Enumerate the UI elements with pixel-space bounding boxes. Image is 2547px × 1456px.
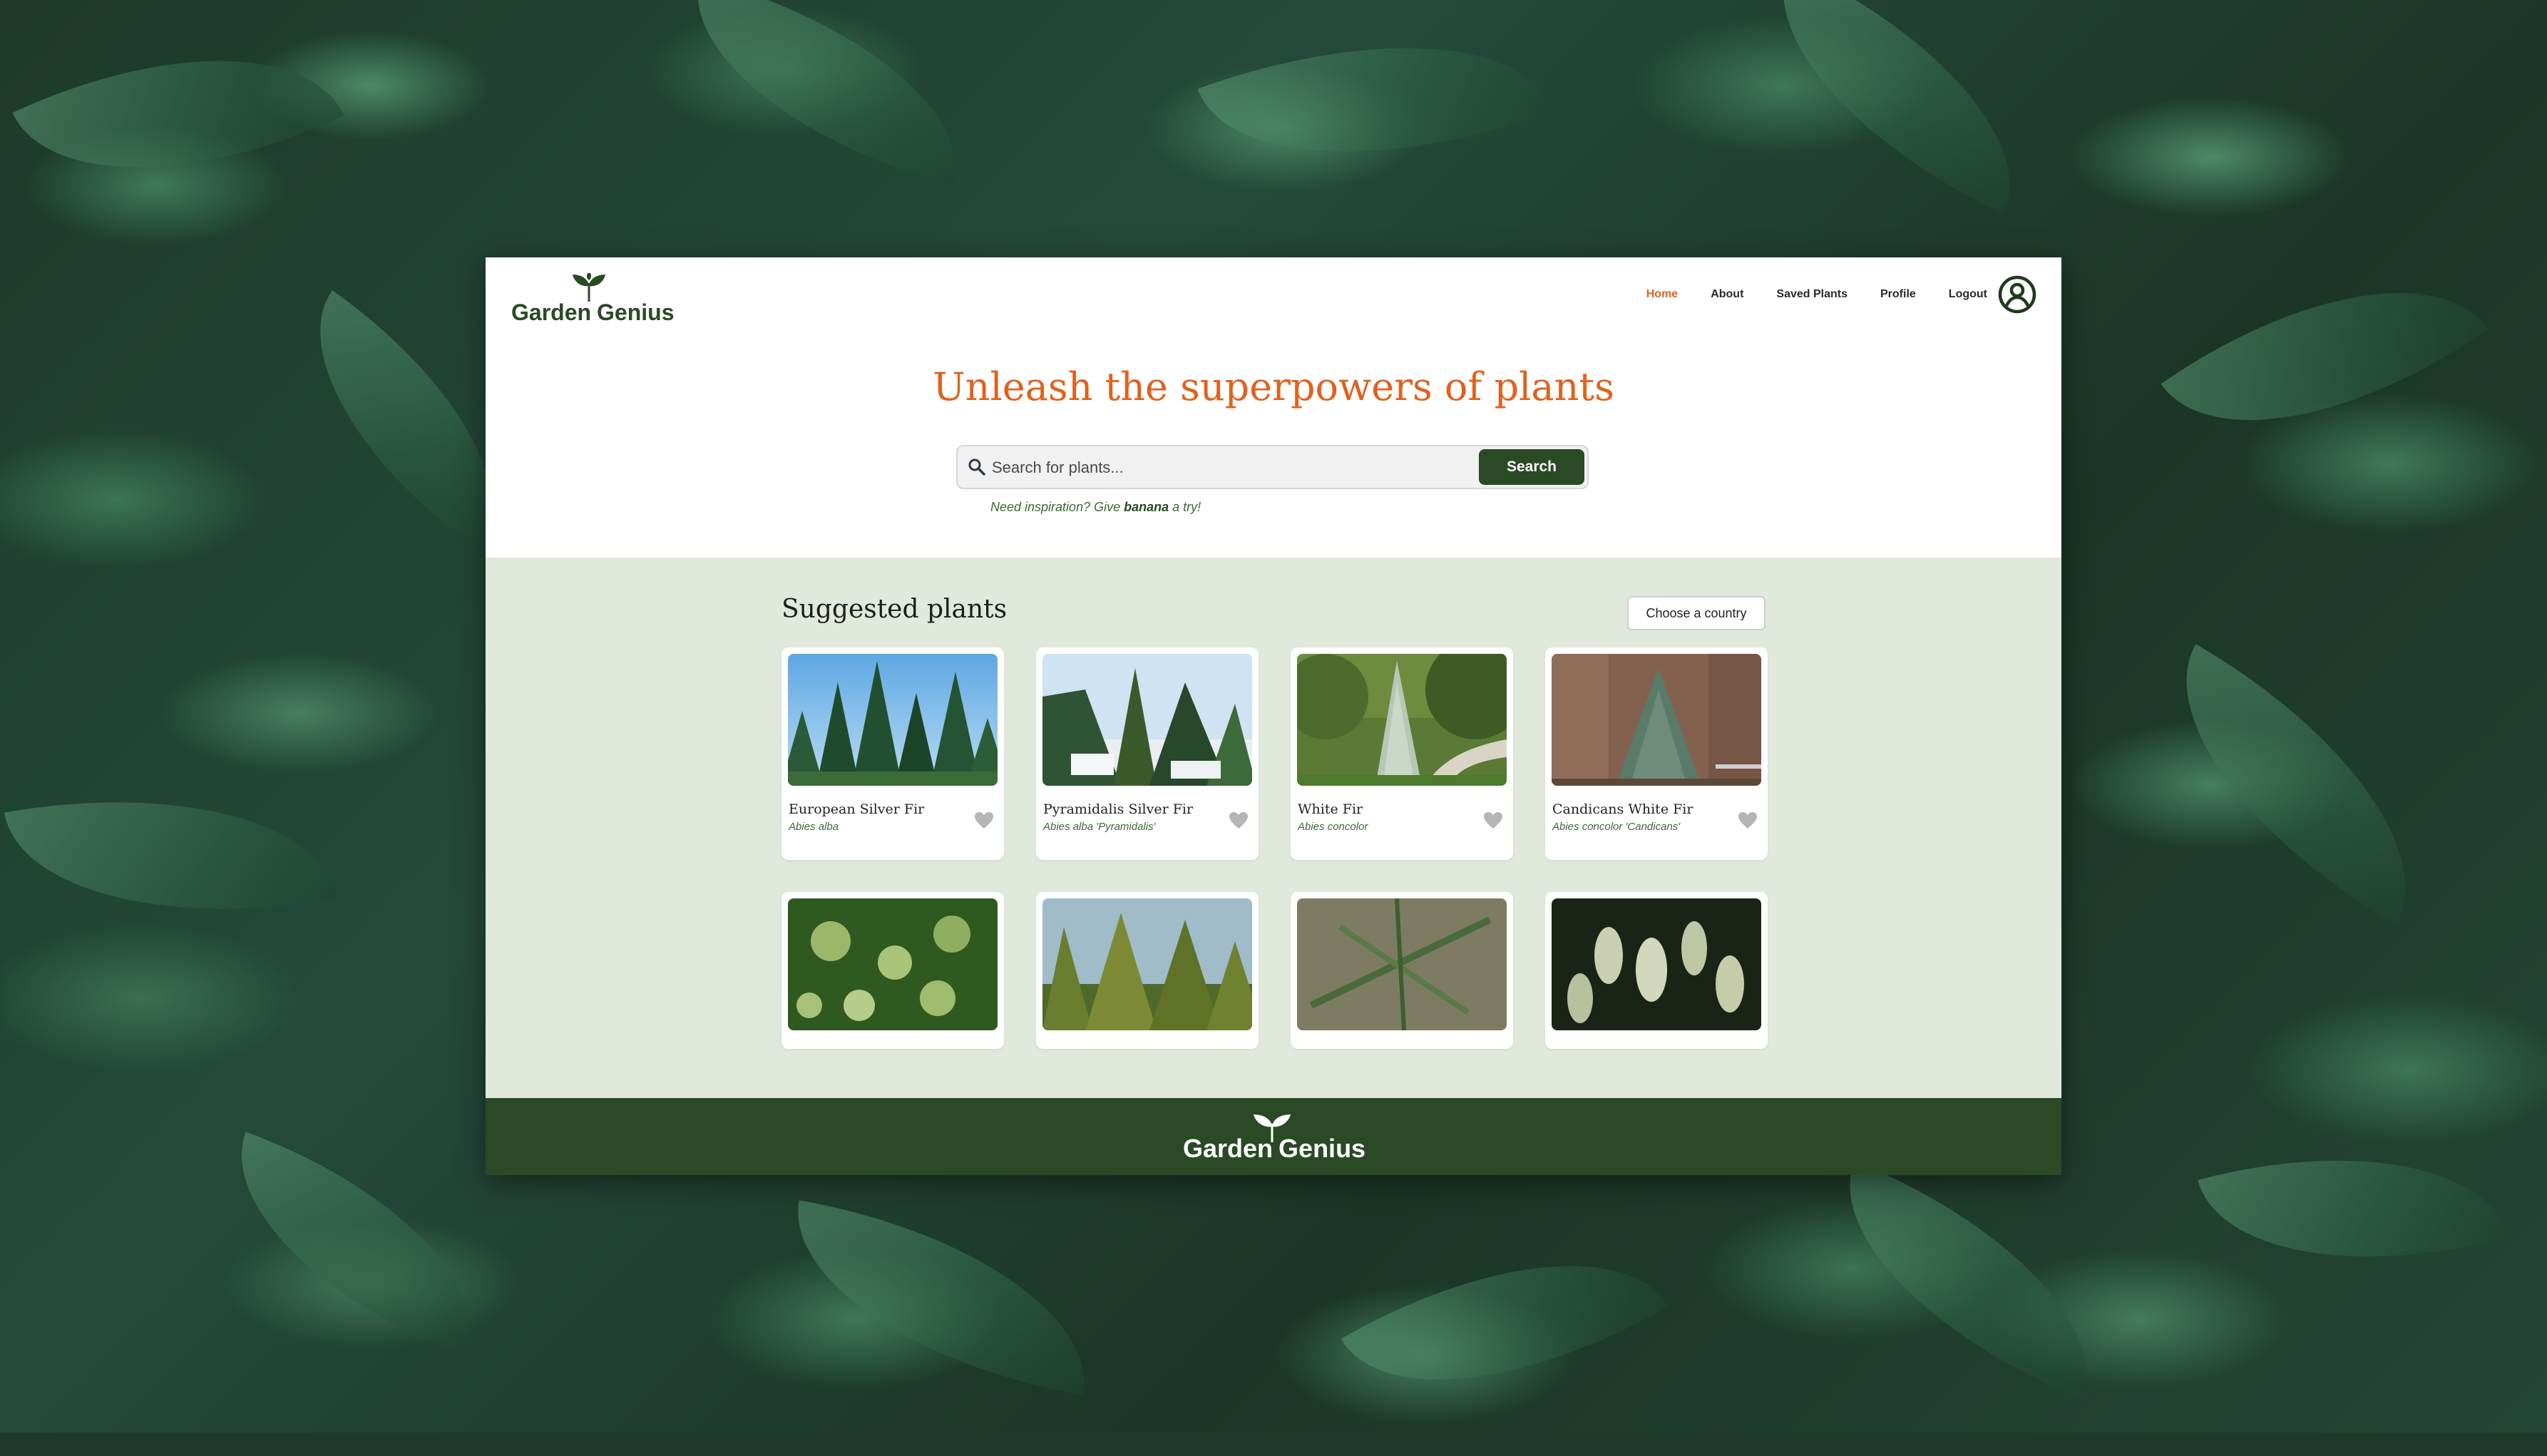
hint-suffix: a try! [1169,500,1201,514]
nav-saved-plants[interactable]: Saved Plants [1776,288,1848,301]
plant-name: Pyramidalis Silver Fir [1043,801,1194,817]
section-title: Suggested plants [781,595,1008,624]
plant-card[interactable]: Candicans White Fir Abies concolor 'Cand… [1545,647,1768,860]
main-nav: Home About Saved Plants Profile Logout [1646,275,2037,314]
plant-photo [1297,898,1507,1030]
plant-name: White Fir [1298,801,1363,817]
search-input[interactable] [990,453,1478,482]
plant-card[interactable] [1036,892,1259,1049]
plant-photo [1297,654,1507,786]
plant-name: European Silver Fir [789,801,925,817]
plant-photo [788,654,998,786]
hint-keyword-link[interactable]: banana [1124,500,1169,514]
heart-icon[interactable] [1483,811,1503,830]
choose-country-button[interactable]: Choose a country [1627,596,1766,630]
footer: Garden Genius [486,1098,2061,1175]
search-button[interactable]: Search [1479,449,1584,485]
nav-profile[interactable]: Profile [1880,288,1916,301]
footer-brand-logo[interactable]: Garden Genius [1183,1111,1365,1168]
plant-card[interactable]: European Silver Fir Abies alba [781,647,1004,860]
plant-photo [1042,898,1252,1030]
nav-home[interactable]: Home [1646,288,1678,301]
sprout-icon [573,273,605,302]
plant-card[interactable]: Pyramidalis Silver Fir Abies alba 'Pyram… [1036,647,1259,860]
plant-card[interactable] [1291,892,1513,1049]
search-hint: Need inspiration? Give banana a try! [990,500,1201,515]
heart-icon[interactable] [1738,811,1758,830]
brand-word-1: Garden [511,299,592,325]
plant-latin-name: Abies concolor [1298,821,1368,833]
plant-photo [788,898,998,1030]
plant-latin-name: Abies concolor 'Candicans' [1552,821,1681,833]
nav-logout[interactable]: Logout [1949,288,1987,301]
plant-card[interactable]: White Fir Abies concolor [1291,647,1513,860]
suggested-plants-section: Suggested plants Choose a country Europe… [486,558,2061,1099]
search-bar: Search [956,445,1589,489]
plant-name: Candicans White Fir [1552,801,1693,817]
heart-icon[interactable] [1229,811,1249,830]
hint-prefix: Need inspiration? Give [990,500,1124,514]
search-icon [968,458,985,476]
plant-latin-name: Abies alba [789,821,839,833]
plant-photo [1042,654,1252,786]
plant-card[interactable] [1545,892,1768,1049]
plant-latin-name: Abies alba 'Pyramidalis' [1043,821,1156,833]
user-circle-icon[interactable] [1997,275,2037,314]
brand-logo[interactable]: Garden Genius [511,273,675,330]
logout-group: Logout [1949,275,2037,314]
sprout-icon [1254,1114,1291,1142]
app-window: Garden Genius Home About Saved Plants Pr… [486,257,2061,1175]
nav-about[interactable]: About [1711,288,1743,301]
heart-icon[interactable] [974,811,994,830]
plant-photo [1552,654,1761,786]
brand-word-2: Genius [597,299,675,325]
plant-card[interactable] [781,892,1004,1049]
top-navbar: Garden Genius Home About Saved Plants Pr… [486,257,2061,343]
plant-photo [1552,898,1761,1030]
hero-title: Unleash the superpowers of plants [933,364,1614,409]
